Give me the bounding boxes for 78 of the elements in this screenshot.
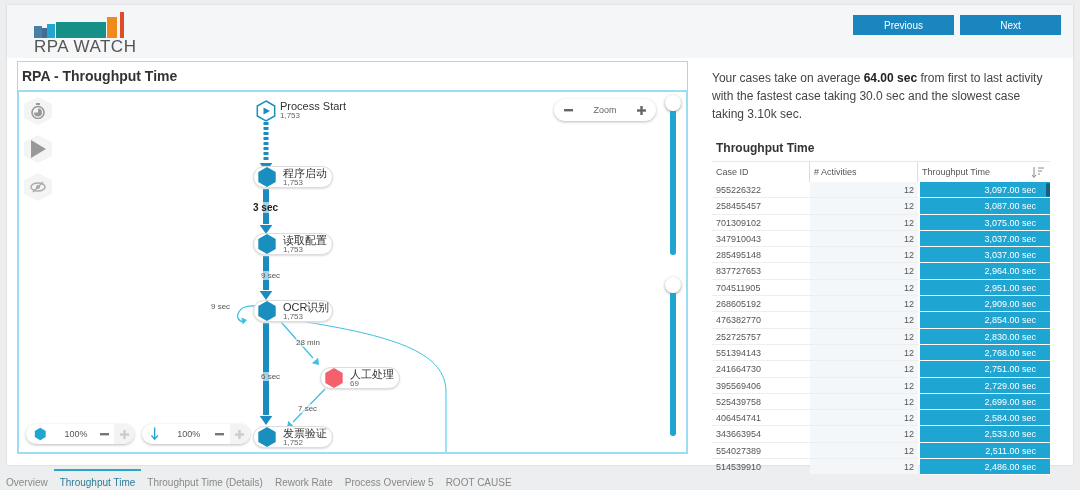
minus-icon — [564, 108, 573, 112]
activity-node[interactable]: OCR识别 1,753 — [253, 300, 333, 322]
table-cell: 2,909.00 sec — [920, 296, 1050, 313]
node-name: OCR识别 — [283, 301, 330, 313]
table-cell: 2,751.00 sec — [920, 361, 1050, 378]
vertical-slider[interactable] — [665, 277, 681, 436]
table-cell: 12 — [810, 426, 918, 443]
plus-icon — [119, 429, 129, 439]
node-count: 1,753 — [283, 178, 304, 187]
edge-label: 9 sec — [261, 271, 281, 280]
table-cell: 2,533.00 sec — [920, 426, 1050, 443]
edge-label: 7 sec — [298, 404, 318, 413]
filter-value: 100% — [64, 429, 89, 439]
nav-button[interactable]: Previous — [853, 15, 954, 35]
column-header[interactable]: Case ID — [712, 162, 810, 182]
slider-handle[interactable] — [665, 277, 681, 293]
node-name: 发票验证 — [283, 427, 327, 439]
node-name: Process Start — [280, 101, 347, 112]
node-name: 人工处理 — [350, 368, 394, 380]
table-cell: 12 — [810, 459, 918, 476]
table-cell: 12 — [810, 182, 918, 199]
table-cell: 2,854.00 sec — [920, 312, 1050, 329]
zoom-label: Zoom — [593, 105, 617, 115]
node-count: 1,752 — [283, 438, 304, 447]
summary-text: Your cases take on average 64.00 sec from first to last activity with the fastest case taking 30.0 sec and the slowest case taking 3.10k sec. — [712, 70, 1044, 123]
plus-icon — [637, 105, 646, 115]
eye-slash-icon — [30, 181, 46, 193]
node-name: 读取配置 — [283, 234, 327, 246]
activity-node[interactable]: 读取配置 1,753 — [253, 233, 333, 255]
column-header[interactable]: Throughput Time — [918, 162, 1048, 182]
minus-icon — [214, 432, 224, 436]
edge-label: 3 sec — [253, 202, 279, 213]
play-icon — [30, 140, 46, 158]
table-cell: 2,964.00 sec — [920, 263, 1050, 280]
node-count: 1,753 — [280, 112, 302, 120]
node-name: 程序启动 — [283, 167, 327, 179]
node-count: 1,753 — [283, 312, 305, 321]
zoom-in-button[interactable] — [635, 103, 648, 117]
table-cell: 3,037.00 sec — [920, 247, 1050, 264]
logo-text: RPA WATCH — [34, 38, 137, 55]
edge-label: 6 sec — [261, 372, 281, 381]
table-cell: 12 — [810, 296, 918, 313]
table-cell: 12 — [810, 198, 918, 215]
stopwatch-icon — [30, 103, 46, 119]
edge-label: 28 min — [296, 338, 320, 347]
slider-handle[interactable] — [665, 95, 681, 111]
nav-button[interactable]: Next — [960, 15, 1061, 35]
node-count: 69 — [350, 379, 360, 388]
table-cell: 3,097.00 sec — [920, 182, 1050, 199]
scrollbar-thumb[interactable] — [1046, 183, 1050, 197]
activity-node[interactable]: 程序启动 1,753 — [253, 166, 333, 188]
timer-button[interactable] — [24, 97, 52, 125]
zoom-out-button[interactable] — [562, 106, 575, 114]
hexagon-icon — [34, 427, 47, 441]
tab[interactable]: Throughput Time — [53, 469, 142, 490]
table-cell: 12 — [810, 247, 918, 264]
table-cell: 3,087.00 sec — [920, 198, 1050, 215]
plus-icon — [235, 429, 245, 439]
visibility-button[interactable] — [24, 173, 52, 201]
table-cell: 12 — [810, 312, 918, 329]
play-button[interactable] — [24, 135, 52, 163]
activity-node[interactable]: 人工处理 69 — [320, 367, 400, 389]
filter-value: 100% — [177, 429, 202, 439]
activity-node[interactable]: 发票验证 1,752 — [253, 426, 333, 448]
edge-label: 9 sec — [211, 302, 231, 311]
node-count: 1,753 — [283, 245, 304, 254]
edge-arrow — [237, 305, 256, 325]
table-cell: 12 — [810, 410, 918, 427]
table-cell: 2,486.00 sec — [920, 459, 1050, 476]
down-arrow-icon — [150, 427, 160, 441]
table-cell: 12 — [810, 263, 918, 280]
start-node-icon[interactable] — [255, 100, 277, 122]
minus-icon — [100, 432, 110, 436]
table-title: Throughput Time — [715, 141, 816, 155]
table-cell: 2,584.00 sec — [920, 410, 1050, 427]
vertical-slider[interactable] — [665, 95, 681, 255]
sort-icon[interactable] — [1032, 166, 1044, 178]
table-cell: 12 — [810, 361, 918, 378]
